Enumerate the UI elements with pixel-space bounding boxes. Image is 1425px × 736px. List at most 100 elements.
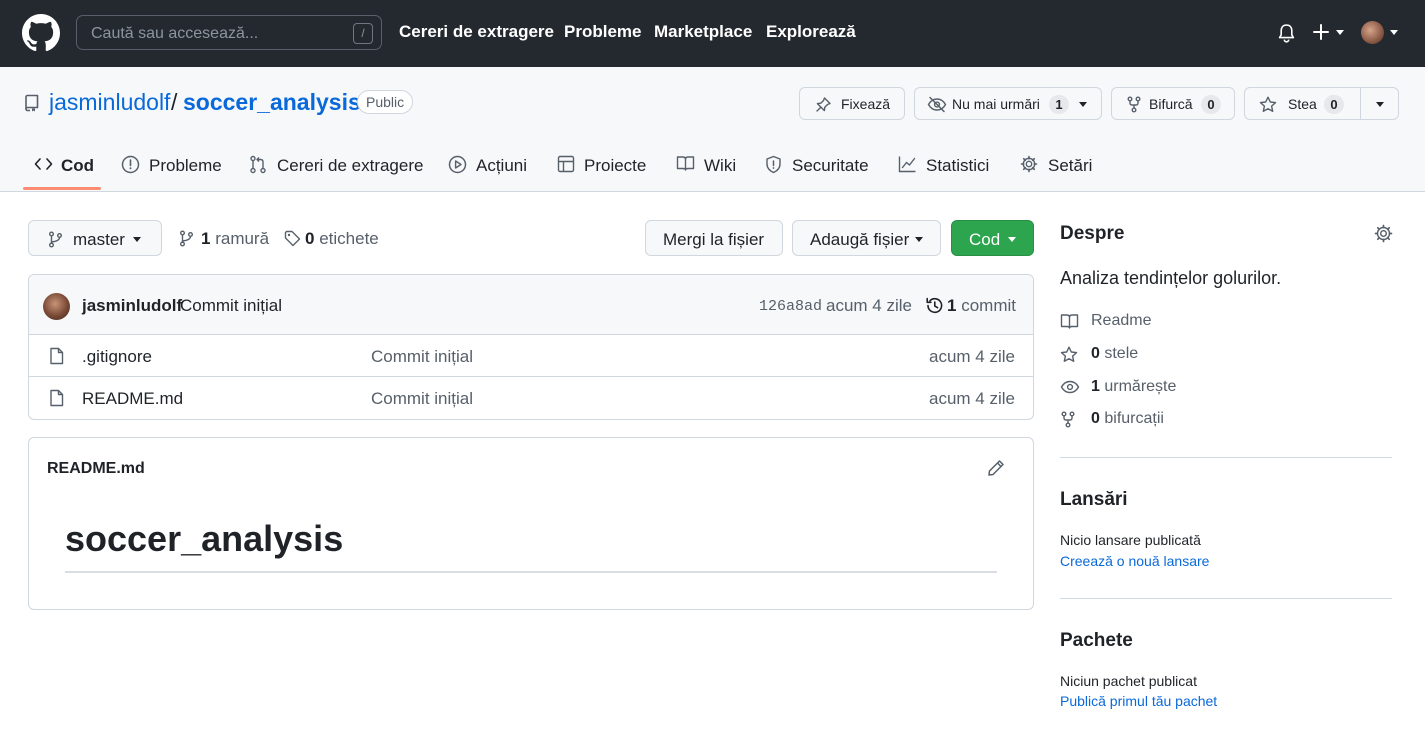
- star-counter: 0: [1324, 95, 1344, 114]
- github-logo-icon[interactable]: [22, 14, 60, 52]
- tab-wiki-label: Wiki: [704, 156, 737, 175]
- gear-icon: [1020, 155, 1038, 173]
- tab-code-label: Cod: [61, 156, 95, 175]
- code-icon: [34, 158, 53, 170]
- history-icon: [926, 297, 943, 314]
- branches-count: 1: [201, 229, 211, 248]
- go-to-file-label: Mergi la fișier: [663, 230, 765, 249]
- publish-package-link[interactable]: Publică primul tău pachet: [1060, 693, 1217, 709]
- nav-issues[interactable]: Probleme: [564, 22, 641, 42]
- sidebar-divider: [1060, 457, 1392, 458]
- sidebar-divider: [1060, 598, 1392, 599]
- tag-icon: [284, 230, 301, 247]
- add-file-chevron-down-icon: [915, 237, 923, 242]
- nav-pull-requests[interactable]: Cereri de extragere: [399, 22, 554, 42]
- branch-selector[interactable]: master: [28, 220, 162, 256]
- tab-pull-requests-label: Cereri de extragere: [277, 156, 424, 175]
- commit-count-label: commit: [961, 296, 1016, 315]
- repo-owner-link[interactable]: jasminludolf: [49, 89, 170, 116]
- file-row[interactable]: README.md Commit inițial acum 4 zile: [29, 377, 1033, 419]
- repo-path-separator: /: [171, 89, 178, 115]
- tab-security-label: Securitate: [792, 156, 869, 175]
- star-button[interactable]: Stea 0: [1245, 88, 1361, 119]
- file-name-link[interactable]: README.md: [82, 389, 183, 409]
- user-menu-chevron-down-icon[interactable]: [1390, 30, 1398, 35]
- stars-count: 0: [1091, 345, 1100, 362]
- create-release-link[interactable]: Creează o nouă lansare: [1060, 553, 1209, 569]
- gear-icon[interactable]: [1374, 224, 1393, 243]
- packages-title[interactable]: Pachete: [1060, 630, 1133, 652]
- nav-explore[interactable]: Explorează: [766, 22, 856, 42]
- repo-name-link[interactable]: soccer_analysis: [183, 89, 361, 116]
- create-new-plus-icon[interactable]: [1312, 22, 1330, 42]
- shield-icon: [766, 155, 781, 174]
- readme-heading-divider: [65, 571, 997, 573]
- pin-button[interactable]: Fixează: [799, 87, 905, 120]
- pin-label: Fixează: [841, 96, 891, 112]
- global-header: Caută sau accesează... / Cereri de extra…: [0, 0, 1425, 67]
- notifications-bell-icon[interactable]: [1277, 23, 1296, 43]
- releases-title[interactable]: Lansări: [1060, 489, 1128, 511]
- nav-marketplace[interactable]: Marketplace: [654, 22, 752, 42]
- commit-hash[interactable]: 126a8ad: [759, 298, 822, 315]
- go-to-file-button[interactable]: Mergi la fișier: [645, 220, 783, 256]
- fork-label: Bifurcă: [1149, 96, 1193, 112]
- code-button-label: Cod: [969, 230, 1001, 249]
- star-lists-chevron-down-icon[interactable]: [1376, 102, 1384, 107]
- book-icon: [1060, 314, 1079, 329]
- graph-icon: [898, 156, 916, 173]
- stars-label: stele: [1104, 345, 1139, 362]
- visibility-badge: Public: [357, 90, 414, 114]
- file-commit-time: acum 4 zile: [929, 389, 1015, 408]
- tab-issues-label: Probleme: [149, 156, 222, 175]
- tab-actions-label: Acțiuni: [476, 156, 528, 175]
- star-button-group: Stea 0: [1244, 87, 1399, 120]
- user-avatar[interactable]: [1361, 21, 1384, 44]
- search-shortcut-hint: /: [353, 23, 373, 44]
- commit-message[interactable]: Commit inițial: [180, 296, 282, 316]
- create-new-chevron-down-icon[interactable]: [1336, 30, 1344, 35]
- fork-icon: [1127, 96, 1141, 113]
- active-tab-underline: [23, 187, 101, 190]
- tab-settings-label: Setări: [1048, 156, 1093, 175]
- watch-chevron-down-icon: [1079, 102, 1087, 107]
- git-branch-icon: [180, 230, 193, 247]
- code-dropdown-button[interactable]: Cod: [951, 220, 1034, 256]
- file-icon: [50, 347, 64, 365]
- issue-opened-icon: [121, 155, 140, 174]
- file-commit-message[interactable]: Commit inițial: [371, 347, 473, 367]
- eye-icon: [1060, 380, 1080, 394]
- table-icon: [557, 155, 575, 173]
- commit-author[interactable]: jasminludolf: [82, 296, 182, 316]
- file-row[interactable]: .gitignore Commit inițial acum 4 zile: [29, 335, 1033, 377]
- file-icon: [50, 389, 64, 407]
- about-title: Despre: [1060, 223, 1125, 244]
- search-input[interactable]: Caută sau accesează... /: [76, 15, 382, 50]
- play-icon: [448, 155, 467, 174]
- fork-button[interactable]: Bifurcă 0: [1111, 87, 1235, 120]
- tags-label: etichete: [319, 229, 379, 248]
- commit-history-link[interactable]: 1 commit: [947, 296, 1016, 316]
- add-file-button[interactable]: Adaugă fișier: [792, 220, 941, 256]
- file-commit-message[interactable]: Commit inițial: [371, 389, 473, 409]
- readme-heading: soccer_analysis: [65, 518, 344, 559]
- repository-header: jasminludolf / soccer_analysis Public Fi…: [0, 67, 1425, 192]
- no-packages-text: Niciun pachet publicat: [1060, 673, 1197, 689]
- pencil-edit-icon[interactable]: [987, 459, 1005, 477]
- commit-count: 1: [947, 296, 957, 315]
- book-icon: [676, 156, 695, 171]
- git-branch-icon: [49, 231, 62, 248]
- file-name-link[interactable]: .gitignore: [82, 347, 152, 367]
- watch-counter: 1: [1049, 95, 1069, 114]
- star-icon: [1259, 96, 1277, 112]
- forks-label: bifurcații: [1104, 410, 1164, 427]
- tab-insights-label: Statistici: [926, 156, 990, 175]
- latest-commit-row: jasminludolf Commit inițial 126a8ad acum…: [29, 275, 1033, 335]
- commit-author-avatar[interactable]: [43, 293, 70, 320]
- readme-panel: README.md soccer_analysis: [28, 437, 1034, 610]
- repo-icon: [25, 94, 39, 112]
- unwatch-label: Nu mai urmări: [952, 96, 1040, 112]
- forks-count: 0: [1091, 410, 1100, 427]
- pull-request-icon: [250, 155, 266, 174]
- unwatch-button[interactable]: Nu mai urmări 1: [914, 87, 1102, 120]
